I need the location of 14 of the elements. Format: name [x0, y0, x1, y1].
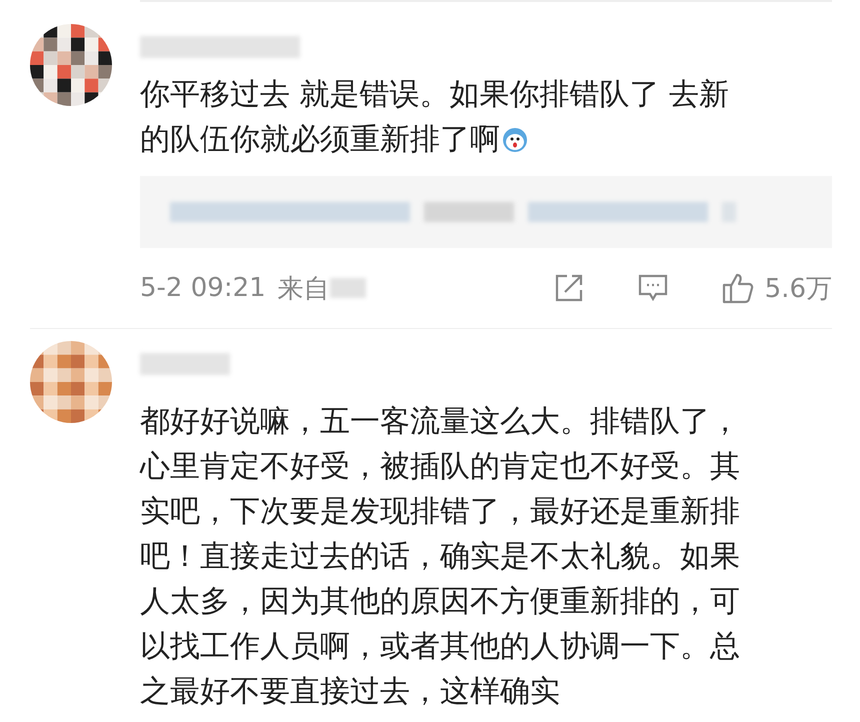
comment-text-line: 之最好不要直接过去，这样确实: [140, 673, 560, 711]
comment-text-line: 你平移过去 就是错误。如果你排错队了 去新: [140, 76, 730, 114]
like-button[interactable]: 5.6万: [720, 270, 832, 306]
comment-time: 5-2 09:21: [140, 273, 266, 303]
comment-text-line: 人太多，因为其他的原因不方便重新排的，可: [140, 583, 740, 621]
comment-text-line: 实吧，下次要是发现排错了，最好还是重新排: [140, 493, 740, 531]
comment-text-line: 心里肯定不好受，被插队的肯定也不好受。其: [140, 448, 740, 486]
blurred-source: [330, 278, 366, 298]
comment-text-line: 都好好说嘛，五一客流量这么大。排错队了，: [140, 403, 740, 441]
comment-text-line: 的队伍你就必须重新排了啊: [140, 121, 500, 159]
thumbs-up-icon: [720, 271, 755, 305]
comment-text-line: 吧！直接走过去的话，确实是不太礼貌。如果: [140, 538, 740, 576]
comment-source: 来自: [278, 272, 330, 306]
comment-text-line: 以找工作人员啊，或者其他的人协调一下。总: [140, 628, 740, 666]
